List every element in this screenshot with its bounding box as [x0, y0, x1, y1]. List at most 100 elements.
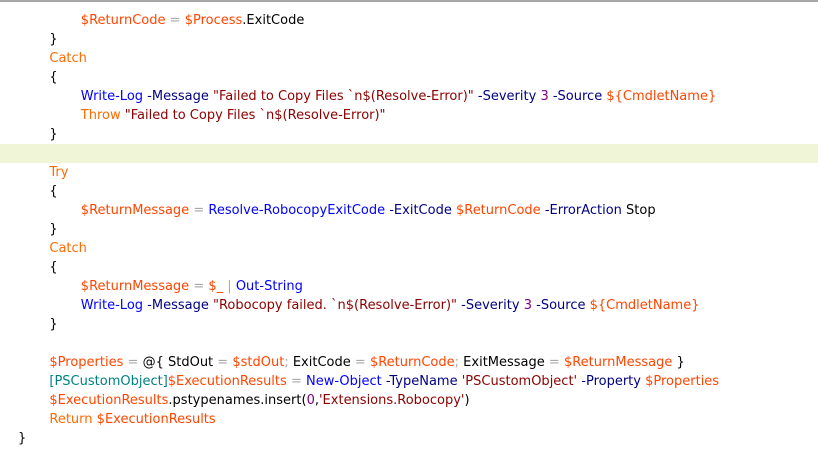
line-content: } — [18, 429, 26, 448]
code-line[interactable]: Catch — [0, 49, 818, 68]
token-var: ${CmdletName} — [606, 89, 717, 104]
token-param: -Message — [147, 298, 209, 313]
code-line[interactable]: $ExecutionResults.pstypenames.insert(0,'… — [0, 391, 818, 410]
token-plain: { — [49, 70, 58, 85]
code-line[interactable]: { — [0, 182, 818, 201]
code-line[interactable]: } — [0, 220, 818, 239]
line-content: } — [49, 220, 57, 239]
code-editor[interactable]: $ReturnCode = $Process.ExitCode} Catch { Wr… — [0, 0, 818, 463]
code-line[interactable]: Catch — [0, 239, 818, 258]
token-str: "Failed to Copy Files `n$(Resolve-Error)… — [124, 108, 386, 123]
code-line[interactable]: Write-Log -Message "Robocopy failed. `n$… — [0, 296, 818, 315]
token-var: $ReturnCode — [369, 355, 455, 370]
line-content: Throw "Failed to Copy Files `n$(Resolve-… — [81, 106, 386, 125]
code-line[interactable]: [PSCustomObject]$ExecutionResults = New-… — [0, 372, 818, 391]
token-op: = — [169, 13, 181, 28]
line-content: $ReturnMessage = Resolve-RobocopyExitCod… — [81, 201, 656, 220]
token-var: $ReturnCode — [80, 13, 166, 28]
code-line[interactable]: } — [0, 315, 818, 334]
token-var: $Properties — [645, 374, 720, 389]
line-content: $ReturnCode = $Process.ExitCode — [81, 11, 305, 30]
token-plain: ExitCode — [292, 355, 351, 370]
token-num: 3 — [540, 89, 549, 104]
current-line[interactable] — [0, 144, 818, 163]
code-line[interactable]: Write-Log -Message "Failed to Copy Files… — [0, 87, 818, 106]
token-plain: } — [18, 431, 27, 446]
token-cmd: Write-Log — [80, 89, 144, 104]
token-var: $ReturnCode — [455, 203, 541, 218]
token-var: $_ — [208, 279, 224, 294]
code-line[interactable]: $ReturnMessage = $_ | Out-String — [0, 277, 818, 296]
token-kw: Catch — [49, 241, 87, 256]
code-line[interactable]: Try — [0, 163, 818, 182]
code-line[interactable]: $ReturnMessage = Resolve-RobocopyExitCod… — [0, 201, 818, 220]
token-plain: } — [49, 222, 58, 237]
token-str: 'Extensions.Robocopy' — [318, 393, 465, 408]
line-content: [PSCustomObject]$ExecutionResults = New-… — [49, 372, 719, 391]
token-member: ExitCode — [246, 13, 305, 28]
token-member: pstypenames — [172, 393, 261, 408]
token-cmd: Out-String — [235, 279, 303, 294]
token-op: = — [127, 355, 139, 370]
token-var: $ExecutionResults — [49, 393, 169, 408]
token-var: $ReturnMessage — [80, 279, 190, 294]
token-str: "Failed to Copy Files `n$(Resolve-Error)… — [212, 89, 474, 104]
token-var: $ReturnMessage — [80, 203, 190, 218]
token-op: = — [354, 355, 366, 370]
token-kw: Try — [49, 165, 69, 180]
token-op: = — [290, 374, 302, 389]
token-param: -Severity — [477, 89, 537, 104]
token-param: -ErrorAction — [544, 203, 622, 218]
code-line[interactable]: } — [0, 429, 818, 448]
line-content: } — [49, 125, 57, 144]
token-plain: } — [49, 32, 58, 47]
line-content: Return $ExecutionResults — [49, 410, 215, 429]
token-op: = — [217, 355, 229, 370]
token-param: -Source — [552, 89, 603, 104]
token-num: 3 — [523, 298, 532, 313]
token-op: = — [193, 203, 205, 218]
code-line[interactable]: Throw "Failed to Copy Files `n$(Resolve-… — [0, 106, 818, 125]
line-content: { — [49, 258, 57, 277]
line-content: Catch — [49, 49, 87, 68]
token-plain: StdOut — [167, 355, 214, 370]
code-line[interactable]: } — [0, 125, 818, 144]
code-line[interactable]: $Properties = @{ StdOut = $stdOut; ExitC… — [0, 353, 818, 372]
token-op: = — [548, 355, 560, 370]
token-cmd: New-Object — [305, 374, 382, 389]
line-content: { — [49, 182, 57, 201]
line-content: $Properties = @{ StdOut = $stdOut; ExitC… — [49, 353, 684, 372]
code-line[interactable]: { — [0, 68, 818, 87]
line-content: $ReturnMessage = $_ | Out-String — [81, 277, 303, 296]
token-var: $stdOut — [232, 355, 285, 370]
token-param: -Severity — [461, 298, 520, 313]
token-str: "Robocopy failed. `n$(Resolve-Error)" — [212, 298, 458, 313]
token-plain: Stop — [626, 203, 656, 218]
line-content: } — [49, 30, 57, 49]
token-plain: ExitMessage — [463, 355, 545, 370]
token-plain: } — [49, 317, 58, 332]
token-var: $ExecutionResults — [96, 412, 216, 427]
token-var: $ReturnMessage — [563, 355, 673, 370]
token-kw: Catch — [49, 51, 87, 66]
code-line[interactable]: { — [0, 258, 818, 277]
token-op: = — [193, 279, 205, 294]
code-line[interactable]: } — [0, 30, 818, 49]
token-type: [PSCustomObject] — [49, 374, 168, 389]
line-content: Write-Log -Message "Robocopy failed. `n$… — [81, 296, 700, 315]
line-content: Write-Log -Message "Failed to Copy Files… — [81, 87, 716, 106]
token-param: -Property — [581, 374, 641, 389]
token-plain: { — [49, 260, 58, 275]
token-cmd: Write-Log — [80, 298, 144, 313]
token-plain: } — [676, 355, 685, 370]
token-var: $Process — [184, 13, 243, 28]
token-kw: Throw — [80, 108, 121, 123]
token-param: -ExitCode — [389, 203, 452, 218]
token-var: ${CmdletName} — [589, 298, 700, 313]
token-param: -Message — [147, 89, 209, 104]
code-line[interactable]: Return $ExecutionResults — [0, 410, 818, 429]
code-line[interactable] — [0, 334, 818, 353]
code-line[interactable]: $ReturnCode = $Process.ExitCode — [0, 11, 818, 30]
token-plain: ) — [464, 393, 470, 408]
token-num: 0 — [306, 393, 315, 408]
